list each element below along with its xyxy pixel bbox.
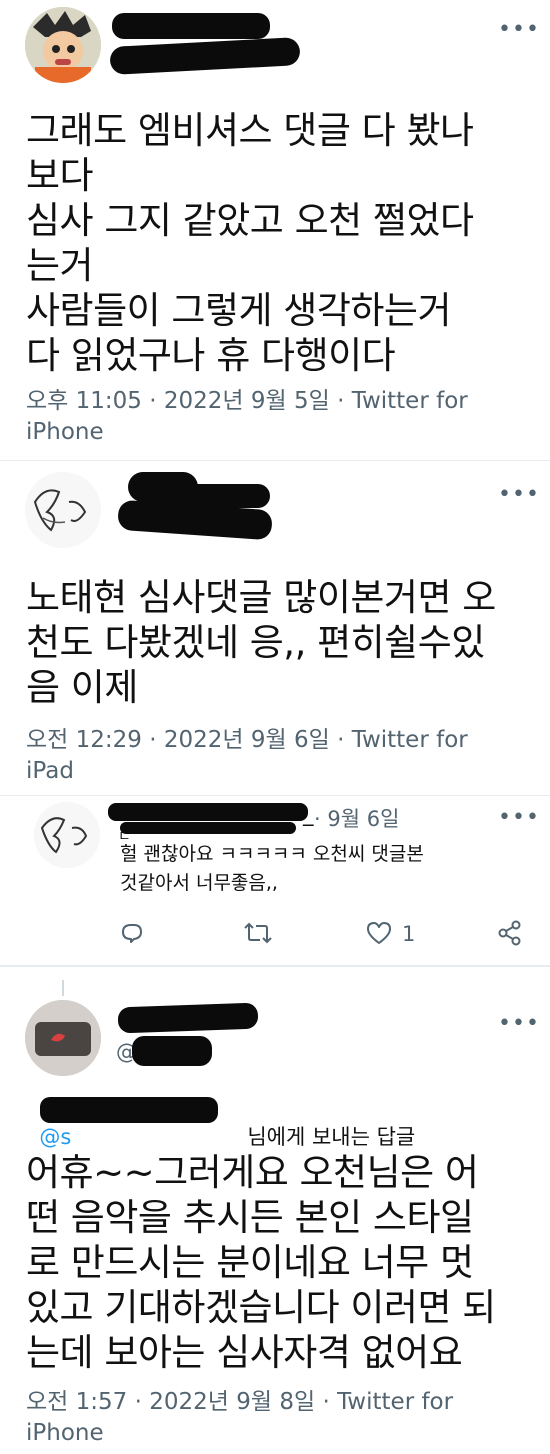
meta-separator: ·	[149, 388, 157, 414]
share-icon[interactable]	[497, 920, 523, 950]
meta-separator: ·	[134, 1389, 142, 1415]
divider	[0, 965, 550, 967]
tweet-meta: 오전 12:29 · 2022년 9월 6일 · Twitter for iPa…	[26, 725, 526, 787]
replying-to-label: 님에게 보내는 답글	[247, 1125, 416, 1149]
meta-separator: ·	[149, 727, 157, 753]
avatar-image	[25, 7, 101, 83]
thread-line	[62, 980, 64, 996]
tweet-date[interactable]: 2022년 9월 8일	[149, 1389, 315, 1415]
avatar[interactable]	[25, 472, 101, 548]
more-horizontal-icon[interactable]: •••	[498, 484, 540, 506]
divider	[0, 460, 550, 461]
redacted-name	[112, 13, 270, 39]
avatar-image	[25, 1000, 101, 1076]
avatar-image	[25, 472, 101, 548]
tweet-time[interactable]: 오전 1:57	[26, 1389, 127, 1415]
reply-icon[interactable]	[119, 920, 145, 950]
tweet-text: 그래도 엠비셔스 댓글 다 봤나 보다 심사 그지 같았고 오천 쩔었다 는거 …	[26, 109, 474, 377]
avatar[interactable]	[34, 802, 100, 868]
redacted-name	[117, 1002, 259, 1034]
like-count: 1	[402, 922, 416, 946]
tweet-meta: 오후 11:05 · 2022년 9월 5일 · Twitter for iPh…	[26, 386, 526, 448]
tweet-meta: 오전 1:57 · 2022년 9월 8일 · Twitter for iPho…	[26, 1387, 526, 1449]
reply-handle-tail: _	[303, 802, 314, 826]
meta-separator: ·	[337, 388, 345, 414]
reply-date[interactable]: · 9월 6일	[314, 803, 399, 833]
tweet-text: 어휴~~그러게요 오천님은 어 떤 음악을 추시든 본인 스타일 로 만드시는 …	[26, 1151, 496, 1374]
tweet-date[interactable]: 2022년 9월 6일	[164, 727, 330, 753]
redacted-handle	[40, 1097, 218, 1123]
tweet-text: 노태현 심사댓글 많이본거면 오 천도 다봤겠네 응,, 편히쉴수있 음 이제	[26, 576, 496, 709]
divider	[0, 795, 550, 796]
retweet-icon[interactable]	[244, 920, 272, 950]
reply-text: 헐 괜찮아요 ㅋㅋㅋㅋㅋ 오천씨 댓글본 것같아서 너무좋음,,	[120, 843, 424, 894]
avatar[interactable]	[25, 7, 101, 83]
redacted-name	[108, 803, 308, 821]
replying-to-handle[interactable]: @s	[39, 1125, 71, 1149]
meta-separator: ·	[337, 727, 345, 753]
heart-icon[interactable]	[365, 920, 393, 950]
more-horizontal-icon[interactable]: •••	[498, 19, 540, 41]
tweet-date[interactable]: 2022년 9월 5일	[164, 388, 330, 414]
meta-separator: ·	[322, 1389, 330, 1415]
avatar[interactable]	[25, 1000, 101, 1076]
redacted-handle	[132, 1036, 212, 1066]
redacted-handle	[109, 37, 301, 75]
redacted-handle	[120, 822, 296, 834]
tweet-time[interactable]: 오전 12:29	[26, 727, 142, 753]
more-horizontal-icon[interactable]: •••	[498, 1013, 540, 1035]
avatar-image	[34, 802, 100, 868]
more-horizontal-icon[interactable]: •••	[498, 807, 540, 829]
tweet-time[interactable]: 오후 11:05	[26, 388, 142, 414]
